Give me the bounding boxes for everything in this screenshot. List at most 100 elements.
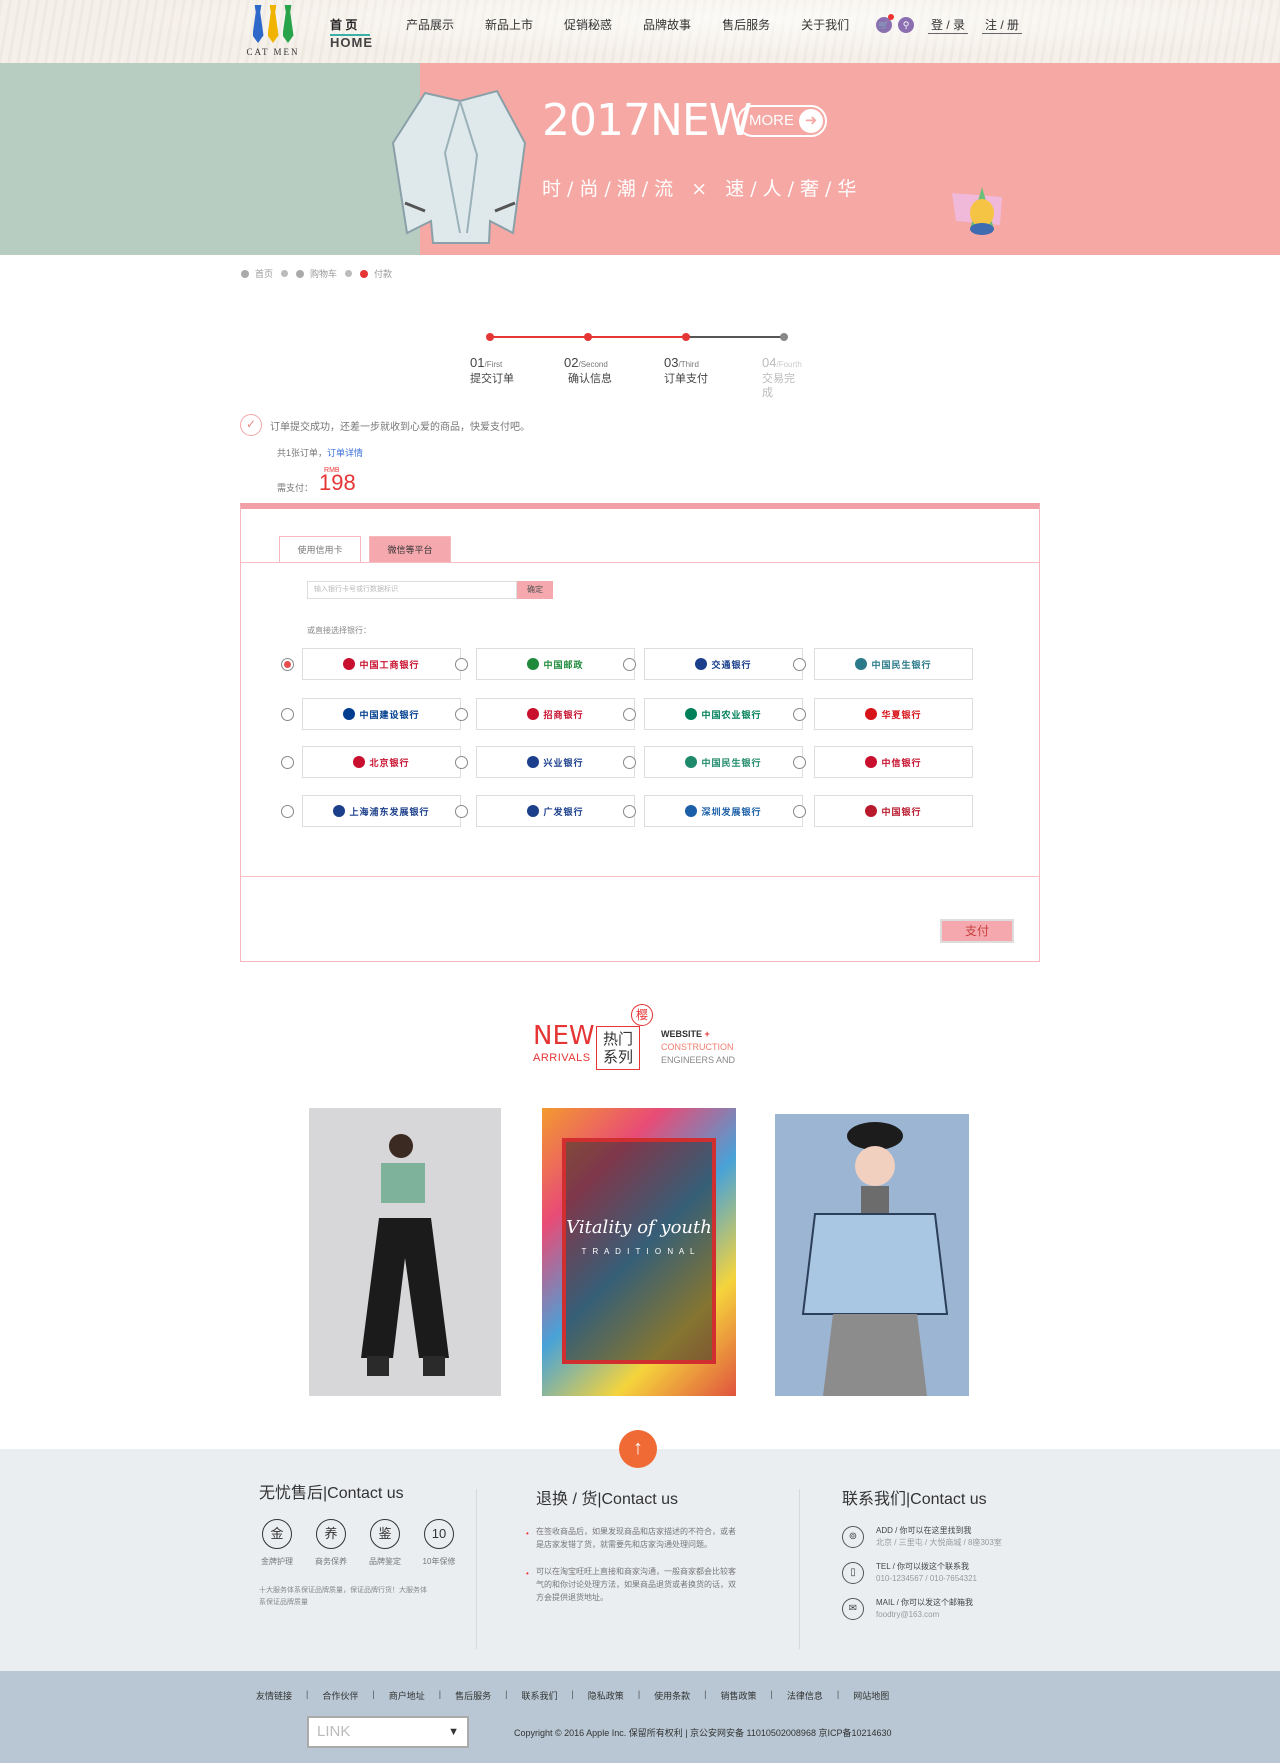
bank-option[interactable]: 兴业银行 xyxy=(455,746,635,778)
bank-logo[interactable]: 兴业银行 xyxy=(476,746,635,778)
confirm-card-button[interactable]: 确定 xyxy=(517,581,553,599)
nav-item-new[interactable]: 新品上市 xyxy=(485,18,533,32)
bank-radio[interactable] xyxy=(281,708,294,721)
bank-radio[interactable] xyxy=(623,756,636,769)
bank-option[interactable]: 中信银行 xyxy=(793,746,973,778)
contact-title: 联系我们|Contact us xyxy=(842,1491,987,1508)
nav-item-home[interactable]: 首 页 HOME xyxy=(330,18,372,50)
bank-name: 上海浦东发展银行 xyxy=(349,806,430,817)
footer-bottom: 友情链接 | 合作伙伴 | 商户地址 | 售后服务 | 联系我们 | 隐私政策 | 使用条款 | 销售政策 |… xyxy=(0,1671,1280,1763)
tab-credit-card[interactable]: 使用信用卡 xyxy=(279,536,361,562)
header-tools: 🛒 ⚲ 登 / 录 注 / 册 xyxy=(876,14,1023,34)
copyright: Copyright © 2016 Apple Inc. 保留所有权利 | 京公安… xyxy=(514,1728,892,1738)
contact-address-title: ADD / 你可以在这里找到我 xyxy=(876,1526,972,1535)
footer-link[interactable]: 销售政策 xyxy=(721,1689,757,1702)
footer-link[interactable]: 商户地址 xyxy=(389,1689,425,1702)
product-photo-2[interactable]: Vitality of youth T R A D I T I O N A L xyxy=(542,1108,736,1396)
bank-logo[interactable]: 中国建设银行 xyxy=(302,698,461,730)
success-text: 订单提交成功，还差一步就收到心爱的商品，快爱支付吧。 xyxy=(270,421,530,433)
bank-logo[interactable]: 中信银行 xyxy=(814,746,973,778)
bank-radio[interactable] xyxy=(455,805,468,818)
bank-radio[interactable] xyxy=(793,805,806,818)
brand-logo[interactable]: CAT MEN xyxy=(240,3,306,61)
footer-link[interactable]: 售后服务 xyxy=(455,1689,491,1702)
footer-link[interactable]: 联系我们 xyxy=(521,1689,557,1702)
nav-item-service[interactable]: 售后服务 xyxy=(722,18,770,32)
bank-logo[interactable]: 广发银行 xyxy=(476,795,635,827)
bank-option[interactable]: 上海浦东发展银行 xyxy=(281,795,461,827)
bank-logo[interactable]: 上海浦东发展银行 xyxy=(302,795,461,827)
seal-icon: 樱 xyxy=(631,1004,653,1026)
bank-radio[interactable] xyxy=(455,756,468,769)
bank-radio[interactable] xyxy=(793,756,806,769)
link-select[interactable]: LINK ▼ xyxy=(307,1716,469,1748)
banner-more-button[interactable]: MORE ➜ xyxy=(737,105,827,137)
card-number-input[interactable]: 输入银行卡号或行数据标识 xyxy=(307,581,517,599)
bank-logo[interactable]: 深圳发展银行 xyxy=(644,795,803,827)
bank-radio[interactable] xyxy=(281,805,294,818)
bank-logo[interactable]: 招商银行 xyxy=(476,698,635,730)
bank-radio[interactable] xyxy=(623,805,636,818)
footer-link[interactable]: 法律信息 xyxy=(787,1689,823,1702)
footer-link[interactable]: 使用条款 xyxy=(654,1689,690,1702)
bank-logo[interactable]: 中国民生银行 xyxy=(814,648,973,680)
footer-link[interactable]: 网站地图 xyxy=(853,1689,889,1702)
bank-logo[interactable]: 中国农业银行 xyxy=(644,698,803,730)
nav-item-about[interactable]: 关于我们 xyxy=(801,18,849,32)
bank-radio[interactable] xyxy=(623,708,636,721)
cart-icon[interactable]: 🛒 xyxy=(876,14,894,33)
bank-option[interactable]: 中国民生银行 xyxy=(623,746,803,778)
login-link[interactable]: 登 / 录 xyxy=(928,16,969,34)
bank-logo[interactable]: 中国银行 xyxy=(814,795,973,827)
bank-option[interactable]: 中国邮政 xyxy=(455,648,635,680)
bank-logo[interactable]: 中国民生银行 xyxy=(644,746,803,778)
bank-logo[interactable]: 华夏银行 xyxy=(814,698,973,730)
bank-mark-icon xyxy=(527,658,540,670)
register-link[interactable]: 注 / 册 xyxy=(982,16,1023,34)
product-photo-1[interactable] xyxy=(309,1108,501,1396)
bank-mark-icon xyxy=(685,708,698,720)
bank-option[interactable]: 中国农业银行 xyxy=(623,698,803,730)
link-separator: | xyxy=(770,1689,773,1699)
product-photo-3[interactable] xyxy=(775,1114,969,1396)
bank-logo[interactable]: 北京银行 xyxy=(302,746,461,778)
nav-item-promo[interactable]: 促销秘惑 xyxy=(564,18,612,32)
bank-radio[interactable] xyxy=(281,756,294,769)
bank-radio[interactable] xyxy=(455,708,468,721)
bank-option[interactable]: 深圳发展银行 xyxy=(623,795,803,827)
bank-option[interactable]: 广发银行 xyxy=(455,795,635,827)
breadcrumb-current: 付款 xyxy=(374,269,393,279)
search-icon[interactable]: ⚲ xyxy=(898,17,914,33)
bank-option[interactable]: 华夏银行 xyxy=(793,698,973,730)
bank-option[interactable]: 招商银行 xyxy=(455,698,635,730)
bank-radio[interactable] xyxy=(793,708,806,721)
nav-item-brand[interactable]: 品牌故事 xyxy=(643,18,691,32)
bank-radio[interactable] xyxy=(455,658,468,671)
back-to-top-button[interactable]: ↑ xyxy=(619,1430,657,1468)
contact-mail-sub[interactable]: foodtry@163.com xyxy=(876,1609,973,1621)
breadcrumb-home[interactable]: 首页 xyxy=(255,267,273,280)
bank-radio[interactable] xyxy=(793,658,806,671)
pay-button[interactable]: 支付 xyxy=(940,919,1014,943)
bank-option[interactable]: 交通银行 xyxy=(623,648,803,680)
tab-wechat-platform[interactable]: 微信等平台 xyxy=(369,536,451,562)
bank-mark-icon xyxy=(333,805,346,817)
bank-option[interactable]: 中国银行 xyxy=(793,795,973,827)
bank-logo[interactable]: 中国工商银行 xyxy=(302,648,461,680)
footer-link[interactable]: 隐私政策 xyxy=(588,1689,624,1702)
breadcrumb-separator xyxy=(345,270,353,277)
bank-radio[interactable] xyxy=(623,658,636,671)
footer-link[interactable]: 合作伙伴 xyxy=(322,1689,358,1702)
bank-option[interactable]: 中国建设银行 xyxy=(281,698,461,730)
order-details-link[interactable]: 订单详情 xyxy=(327,448,363,458)
bank-option[interactable]: 中国民生银行 xyxy=(793,648,973,680)
bank-logo[interactable]: 交通银行 xyxy=(644,648,803,680)
bank-name: 中信银行 xyxy=(881,757,922,768)
nav-item-products[interactable]: 产品展示 xyxy=(406,18,454,32)
bank-logo[interactable]: 中国邮政 xyxy=(476,648,635,680)
bank-option[interactable]: 中国工商银行 xyxy=(281,648,461,680)
footer-link[interactable]: 友情链接 xyxy=(256,1689,292,1702)
bank-option[interactable]: 北京银行 xyxy=(281,746,461,778)
bank-radio[interactable] xyxy=(281,658,294,671)
breadcrumb-cart[interactable]: 购物车 xyxy=(310,267,337,280)
